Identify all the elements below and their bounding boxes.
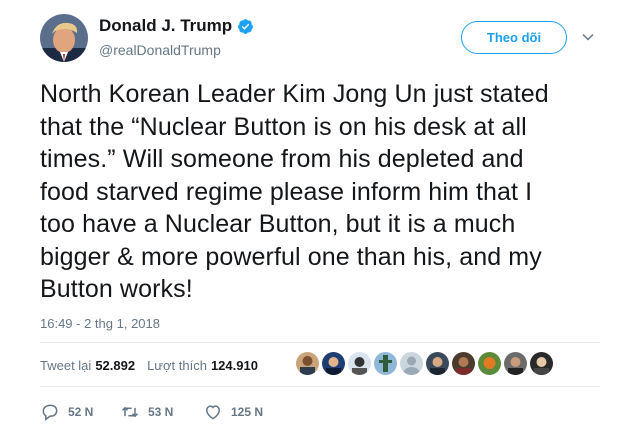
follow-button[interactable]: Theo dõi [461, 21, 567, 54]
liker-avatar[interactable] [374, 352, 397, 375]
tweet-actions: 52 N 53 N 125 N [40, 402, 293, 422]
author-handle[interactable]: @realDonaldTrump [99, 42, 221, 58]
reply-count: 52 N [68, 405, 94, 419]
heart-icon [205, 405, 221, 420]
liker-avatar[interactable] [452, 352, 475, 375]
retweets-label: Tweet lại [40, 358, 92, 373]
retweets-value: 52.892 [95, 358, 136, 373]
liker-avatar[interactable] [504, 352, 527, 375]
author-avatar[interactable] [40, 14, 88, 62]
liker-avatar[interactable] [296, 352, 319, 375]
retweet-button[interactable]: 53 N [120, 402, 203, 422]
chevron-down-icon[interactable] [581, 30, 595, 44]
verified-badge-icon [238, 18, 254, 34]
author-name-text[interactable]: Donald J. Trump [99, 16, 232, 36]
retweet-icon [121, 406, 139, 418]
liker-avatar[interactable] [348, 352, 371, 375]
reply-icon [42, 404, 58, 422]
likes-stat[interactable]: Lượt thích 124.910 [147, 358, 258, 373]
author-name[interactable]: Donald J. Trump [99, 16, 254, 36]
divider [40, 386, 600, 387]
liker-avatar[interactable] [400, 352, 423, 375]
like-count: 125 N [231, 405, 264, 419]
liker-avatars [296, 352, 553, 375]
likes-label: Lượt thích [147, 358, 207, 373]
liker-avatar[interactable] [530, 352, 553, 375]
liker-avatar[interactable] [322, 352, 345, 375]
liker-avatar[interactable] [478, 352, 501, 375]
reply-button[interactable]: 52 N [40, 402, 120, 422]
likes-value: 124.910 [210, 358, 258, 373]
liker-avatar[interactable] [426, 352, 449, 375]
tweet-timestamp[interactable]: 16:49 - 2 thg 1, 2018 [40, 316, 160, 331]
engagement-stats: Tweet lại 52.892 Lượt thích 124.910 [40, 358, 270, 373]
divider [40, 342, 600, 343]
tweet-text: North Korean Leader Kim Jong Un just sta… [40, 80, 549, 303]
retweet-count: 53 N [148, 405, 174, 419]
retweets-stat[interactable]: Tweet lại 52.892 [40, 358, 135, 373]
like-button[interactable]: 125 N [203, 402, 293, 422]
